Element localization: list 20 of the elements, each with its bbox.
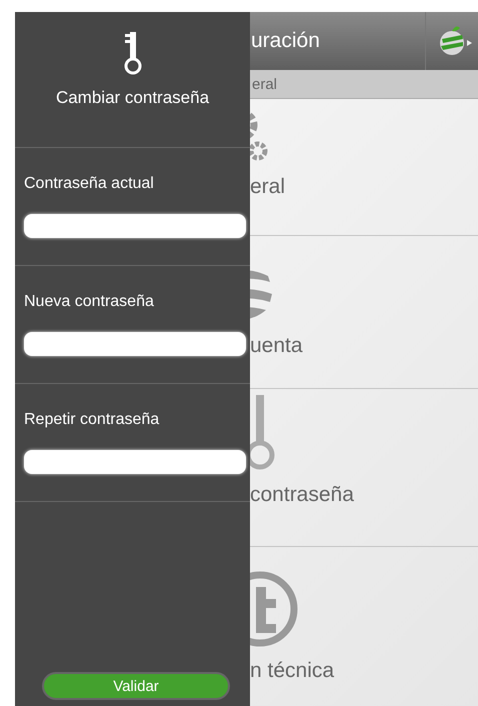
panel-title: Cambiar contraseña — [56, 88, 210, 108]
key-icon — [122, 30, 142, 76]
password-field[interactable] — [24, 332, 246, 356]
field-label: Contraseña actual — [24, 175, 155, 193]
menu-item[interactable]: eral — [250, 99, 478, 236]
menu-item-label: eral — [250, 175, 286, 199]
menu-item[interactable]: uenta — [250, 236, 478, 389]
section-title: eral — [252, 76, 278, 92]
password-field[interactable] — [24, 450, 246, 474]
field-label: Nueva contraseña — [24, 293, 155, 311]
header-title: uración — [251, 29, 321, 53]
password-field[interactable] — [24, 214, 246, 238]
menu-item-label: n técnica — [250, 659, 334, 683]
menu-item[interactable]: n técnica — [250, 547, 478, 706]
menu-item-label: uenta — [250, 334, 303, 358]
field-label: Repetir contraseña — [24, 411, 160, 429]
validate-button[interactable]: Validar — [42, 672, 230, 700]
menu-item-label: contraseña — [250, 483, 354, 507]
apple-logo-icon[interactable] — [438, 24, 472, 58]
menu-item[interactable]: contraseña — [250, 389, 478, 547]
